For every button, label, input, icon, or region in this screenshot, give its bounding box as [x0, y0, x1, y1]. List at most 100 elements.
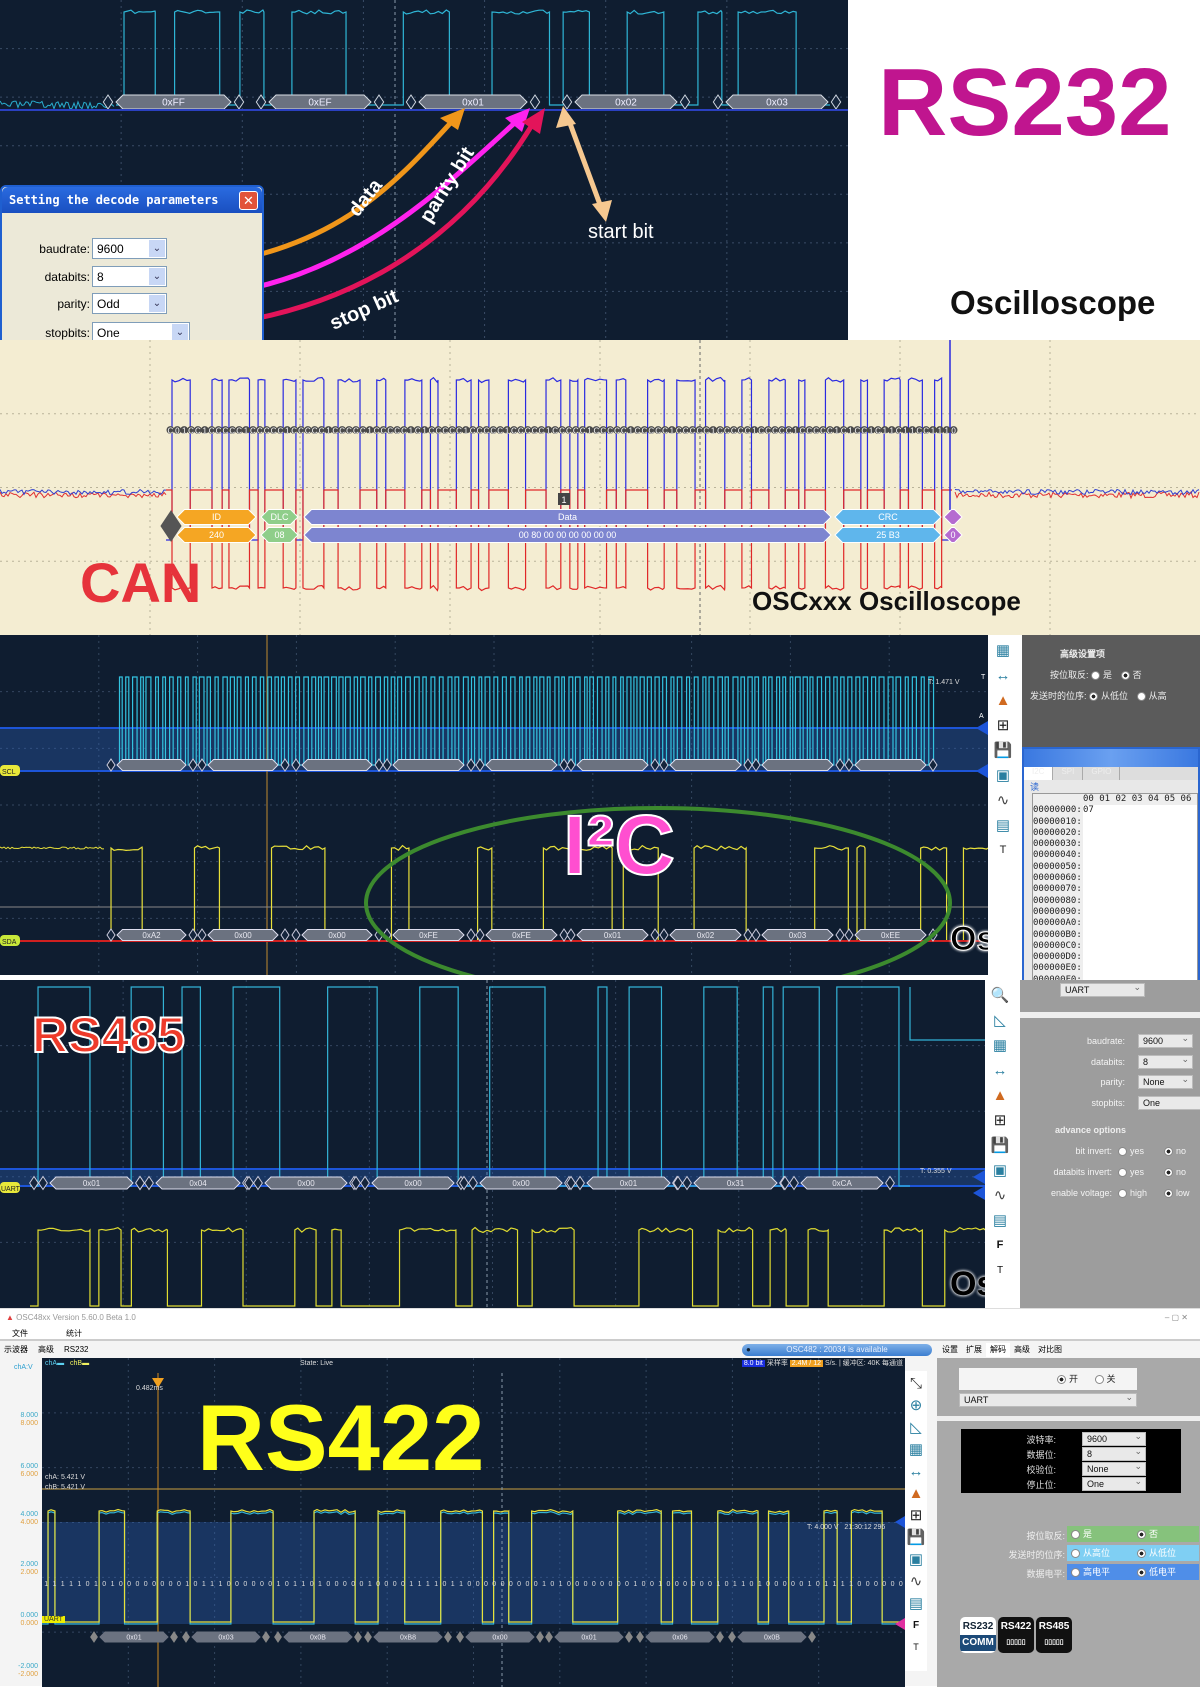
databits-select[interactable]: 8 [1138, 1054, 1193, 1069]
bit-value: 0 [725, 1581, 729, 1588]
spectrum-icon[interactable]: ▲ [989, 1085, 1011, 1105]
window-controls[interactable]: – ▢ ✕ [1165, 1309, 1188, 1326]
save-icon[interactable]: 💾 [905, 1527, 927, 1547]
sda-decode-bubble-label: 0xFE [512, 931, 531, 940]
ruler-icon[interactable]: ◺ [905, 1417, 927, 1437]
save-icon[interactable]: 💾 [992, 740, 1014, 760]
option-2-radio[interactable]: 低电平 [1137, 1564, 1176, 1580]
close-icon[interactable]: ✕ [239, 191, 258, 210]
right-tab-item[interactable]: 高级 [1010, 1343, 1034, 1357]
t-tool[interactable]: T [905, 1637, 927, 1657]
device-banner[interactable]: ● OSC482 : 20034 is available [742, 1344, 932, 1356]
spectrum-icon[interactable]: ▲ [905, 1483, 927, 1503]
tab-item[interactable]: 示波器 [4, 1345, 28, 1354]
right-tab-item[interactable]: 解码 [986, 1343, 1010, 1357]
math-icon[interactable]: ⊞ [992, 715, 1014, 735]
tab-item[interactable]: 高级 [38, 1345, 54, 1354]
grid-icon[interactable]: ▦ [905, 1439, 927, 1459]
baudrate-select[interactable]: 9600 [1138, 1033, 1193, 1048]
parity-select[interactable]: None [1138, 1074, 1193, 1089]
channel-b-toggle[interactable]: chB▬ [70, 1358, 89, 1370]
scl-decode-bubble [854, 759, 927, 771]
math-icon[interactable]: ⊞ [905, 1505, 927, 1525]
image-icon[interactable]: ▣ [992, 765, 1014, 785]
rs485-badge-icon[interactable]: RS485 ▯▯▯▯▯ [1036, 1617, 1072, 1653]
option-2-radio[interactable]: no [1164, 1146, 1186, 1157]
option-1-radio[interactable]: yes [1118, 1146, 1144, 1157]
wave-icon[interactable]: ∿ [905, 1571, 927, 1591]
bit-value: 0 [708, 1581, 712, 1588]
rs232-badge-icon[interactable]: RS232 COMM [960, 1617, 996, 1653]
table-icon[interactable]: ▤ [905, 1593, 927, 1613]
measure-icon[interactable]: ↔ [905, 1461, 927, 1481]
menu-item[interactable]: 统计 [66, 1329, 82, 1338]
table-icon[interactable]: ▤ [989, 1210, 1011, 1230]
option-2-radio[interactable]: 从高 [1136, 691, 1167, 702]
databits-select[interactable]: 8 ⌄ [92, 266, 167, 287]
tab-i2c[interactable]: I2C [1024, 767, 1054, 780]
bit-value: C [916, 427, 922, 436]
save-icon[interactable]: 💾 [989, 1135, 1011, 1155]
baudrate-select[interactable]: 9600 ⌄ [92, 238, 167, 259]
decode-on-radio[interactable]: 开 [1057, 1374, 1078, 1385]
spectrum-icon[interactable]: ▲ [992, 690, 1014, 710]
f-tool[interactable]: F [905, 1615, 927, 1635]
option-2-radio[interactable]: 从低位 [1137, 1545, 1176, 1561]
text-tool[interactable]: T [992, 840, 1014, 860]
stopbits-select[interactable]: One ⌄ [92, 322, 190, 340]
bit-value: C [188, 427, 194, 436]
option-2-radio[interactable]: 否 [1120, 670, 1142, 681]
tab-spi[interactable]: SPI [1053, 767, 1084, 780]
fit-icon[interactable]: ⤡ [905, 1373, 927, 1393]
sda-decode-bubble-label: 0xFE [419, 931, 438, 940]
serial-param-select[interactable]: None [1082, 1461, 1146, 1476]
decode-separator [106, 928, 116, 942]
f-tool[interactable]: F [989, 1235, 1011, 1255]
protocol-select[interactable]: UART [1060, 982, 1145, 997]
measure-icon[interactable]: ↔ [989, 1060, 1011, 1080]
option-1-radio[interactable]: 从低位 [1089, 691, 1128, 702]
can-field-label: Data [558, 512, 577, 522]
zoom-icon[interactable]: 🔍 [989, 985, 1011, 1005]
bit-value: C [168, 427, 174, 436]
option-1-radio[interactable]: 是 [1071, 1529, 1092, 1540]
right-tab-item[interactable]: 对比图 [1034, 1343, 1066, 1357]
tab-item[interactable]: RS232 [64, 1345, 88, 1354]
table-icon[interactable]: ▤ [992, 815, 1014, 835]
protocol-select[interactable]: UART [959, 1392, 1137, 1407]
right-tab-item[interactable]: 扩展 [962, 1343, 986, 1357]
option-2-radio[interactable]: 否 [1137, 1526, 1158, 1542]
serial-param-select[interactable]: 9600 [1082, 1431, 1146, 1446]
decode-separator [456, 1631, 464, 1643]
wave-icon[interactable]: ∿ [992, 790, 1014, 810]
stopbits-select[interactable]: One [1138, 1095, 1200, 1110]
option-1-radio[interactable]: 是 [1091, 670, 1112, 681]
wave-icon[interactable]: ∿ [989, 1185, 1011, 1205]
decode-off-radio[interactable]: 关 [1094, 1374, 1116, 1385]
option-2-radio[interactable]: no [1164, 1167, 1186, 1178]
channel-a-toggle[interactable]: chA▬ [45, 1358, 64, 1370]
zoom-icon[interactable]: ⊕ [905, 1395, 927, 1415]
option-1-radio[interactable]: yes [1118, 1167, 1144, 1178]
measure-icon[interactable]: ↔ [992, 665, 1014, 685]
right-tab-item[interactable]: 设置 [938, 1343, 962, 1357]
option-1-radio[interactable]: high [1118, 1188, 1147, 1199]
menu-item[interactable]: 文件 [12, 1329, 28, 1338]
rs422-badge-icon[interactable]: RS422 ▯▯▯▯▯ [998, 1617, 1034, 1653]
option-1-radio[interactable]: 从高位 [1071, 1548, 1110, 1559]
tab-gpio[interactable]: GPIO [1083, 767, 1121, 780]
math-icon[interactable]: ⊞ [989, 1110, 1011, 1130]
image-icon[interactable]: ▣ [989, 1160, 1011, 1180]
image-icon[interactable]: ▣ [905, 1549, 927, 1569]
read-label: 读 [1030, 782, 1040, 792]
t-tool[interactable]: T [989, 1260, 1011, 1280]
option-1-radio[interactable]: 高电平 [1071, 1567, 1110, 1578]
bit-value: C [490, 427, 496, 436]
ruler-icon[interactable]: ◺ [989, 1010, 1011, 1030]
grid-icon[interactable]: ▦ [992, 640, 1014, 660]
serial-param-select[interactable]: 8 [1082, 1446, 1146, 1461]
parity-select[interactable]: Odd ⌄ [92, 293, 167, 314]
option-2-radio[interactable]: low [1164, 1188, 1190, 1199]
grid-icon[interactable]: ▦ [989, 1035, 1011, 1055]
serial-param-select[interactable]: One [1082, 1476, 1146, 1491]
